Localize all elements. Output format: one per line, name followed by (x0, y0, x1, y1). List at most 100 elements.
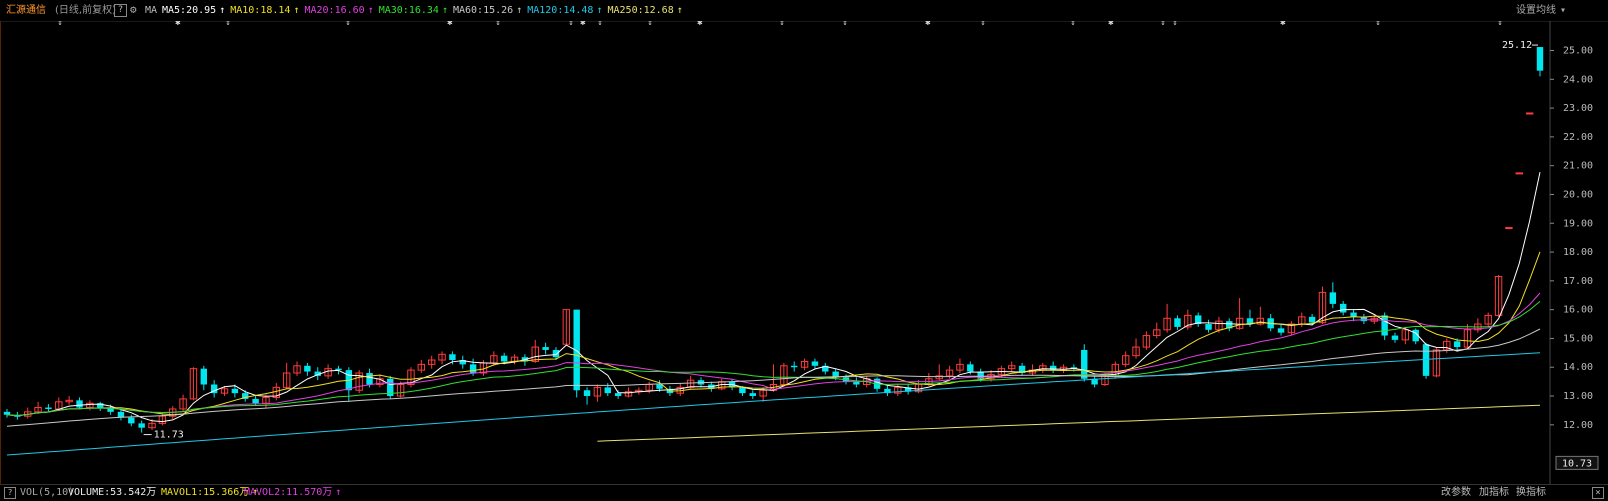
chart-header: 汇源通信 (日线,前复权) ? ⚙ MA MA5:20.95 ↑ MA10:18.1… (0, 0, 1608, 22)
candle-body (1453, 341, 1461, 348)
price-axis-label: 13.00 (1563, 391, 1593, 402)
ma-legend-item: MA5:20.95 ↑ (162, 5, 226, 16)
event-marker-icon: ⇕ (568, 21, 573, 28)
chevron-down-icon[interactable]: ▾ (1560, 4, 1566, 17)
candle-body (1525, 112, 1534, 115)
gear-icon[interactable]: ⚙ (130, 3, 137, 16)
event-marker-icon: ✱ (1280, 21, 1286, 28)
candle-body (1174, 318, 1181, 327)
up-arrow-icon: ↑ (676, 5, 683, 16)
event-marker-icon: ⇕ (225, 21, 230, 28)
stock-name[interactable]: 汇源通信 (6, 4, 46, 17)
candle-body (304, 365, 311, 372)
event-marker-icon: ⇕ (647, 21, 652, 28)
price-axis-label: 20.00 (1563, 189, 1593, 200)
candle-body (583, 390, 591, 397)
candle-body (469, 364, 477, 373)
price-axis-label: 16.00 (1563, 305, 1593, 316)
event-marker-icon: ⇕ (1497, 21, 1502, 28)
ma-legend-item: MA10:18.14 ↑ (230, 5, 300, 16)
candle-body (739, 387, 746, 394)
volume-help-button[interactable]: ? (4, 487, 16, 499)
ma-legend-item: MA60:15.26 ↑ (452, 5, 523, 16)
candle-body (811, 361, 819, 366)
high-price-label: 25.12 (1502, 40, 1532, 51)
switch-indicator-button[interactable]: 换指标 (1516, 487, 1546, 499)
candle-body (749, 393, 756, 397)
volume-indicator-name[interactable]: VOL(5,10) (20, 487, 74, 499)
candle-body (335, 368, 342, 371)
ma-label: MA (145, 5, 158, 16)
event-marker-icon: ⇕ (597, 21, 602, 28)
candle-body (542, 347, 549, 350)
candle-body (76, 400, 83, 408)
ma-legend-item: MA250:12.68 ↑ (607, 5, 683, 16)
candle-body (128, 417, 135, 424)
event-marker-icon: ⇕ (1172, 21, 1177, 28)
volume-value: VOLUME:53.542万 (68, 487, 157, 498)
candle-body (1391, 335, 1399, 340)
event-marker-icon: ⇕ (1160, 21, 1165, 28)
mavol2-value: MAVOL2:11.570万 ↑ (244, 487, 342, 498)
candle-body (977, 371, 984, 379)
price-axis-label: 24.00 (1563, 74, 1593, 85)
candle-body (1308, 316, 1316, 323)
candle-body (138, 423, 145, 428)
event-marker-icon: ⇕ (57, 21, 62, 28)
candle-body (1277, 328, 1285, 333)
event-marker-icon: ⇕ (1070, 21, 1075, 28)
up-arrow-icon: ↑ (335, 487, 342, 498)
candlestick-chart[interactable]: 25.00 24.00 23.00 22.00 21.00 20.00 19.00 18.00… (0, 21, 1608, 484)
candle-body (614, 393, 622, 397)
event-marker-icon: ⇕ (980, 21, 985, 28)
event-marker-icon: ✱ (1108, 21, 1114, 28)
chart-mode-label: (日线,前复权) (55, 5, 116, 16)
candle-body (200, 368, 208, 385)
close-icon[interactable]: × (1592, 487, 1604, 499)
event-marker-icon: ✱ (447, 21, 453, 28)
help-button[interactable]: ? (114, 4, 127, 17)
price-axis-label: 17.00 (1563, 276, 1593, 287)
event-marker-icon: ✱ (175, 21, 181, 28)
current-price-label: 10.73 (1562, 458, 1592, 469)
candle-body (1536, 47, 1544, 71)
candle-body (1205, 324, 1212, 330)
candle-body (252, 398, 259, 404)
price-axis-label: 23.00 (1563, 103, 1593, 114)
volume-indicator-bar: ? VOL(5,10) VOLUME:53.542万 MAVOL1:15.366… (0, 484, 1608, 501)
candle-body (604, 387, 611, 394)
up-arrow-icon: ↑ (293, 5, 300, 16)
candle-body (231, 388, 239, 394)
price-axis-label: 18.00 (1563, 247, 1593, 258)
event-marker-icon: ✱ (925, 21, 931, 28)
candle-body (45, 407, 52, 409)
event-marker-icon: ⇕ (1375, 21, 1380, 28)
event-marker-icon: ✱ (580, 21, 586, 28)
low-price-label: 11.73 (154, 430, 184, 441)
price-axis-label: 21.00 (1563, 161, 1593, 172)
candle-body (791, 365, 798, 368)
up-arrow-icon: ↑ (596, 5, 603, 16)
candle-body (366, 372, 373, 385)
up-arrow-icon: ↑ (367, 5, 374, 16)
up-arrow-icon: ↑ (516, 5, 523, 16)
ma-legend-item: MA20:16.60 ↑ (304, 5, 374, 16)
set-ma-button[interactable]: 设置均线 (1516, 4, 1556, 17)
event-marker-icon: ⇕ (842, 21, 847, 28)
candle-body (967, 364, 974, 372)
event-marker-icon: ⇕ (345, 21, 350, 28)
ma-legend-item: MA30:16.34 ↑ (378, 5, 448, 16)
candle-body (500, 355, 508, 362)
price-axis-label: 19.00 (1563, 218, 1593, 229)
candle-body (1350, 312, 1357, 317)
candle-body (552, 349, 560, 358)
candle-body (3, 411, 11, 415)
event-marker-icon: ⇕ (779, 21, 784, 28)
price-axis-label: 12.00 (1563, 420, 1593, 431)
event-marker-icon: ⇕ (495, 21, 500, 28)
ma20-line (6, 292, 1541, 417)
add-indicator-button[interactable]: 加指标 (1479, 487, 1509, 499)
candle-body (1515, 172, 1523, 175)
change-params-button[interactable]: 改参数 (1441, 487, 1471, 499)
up-arrow-icon: ↑ (219, 5, 226, 16)
